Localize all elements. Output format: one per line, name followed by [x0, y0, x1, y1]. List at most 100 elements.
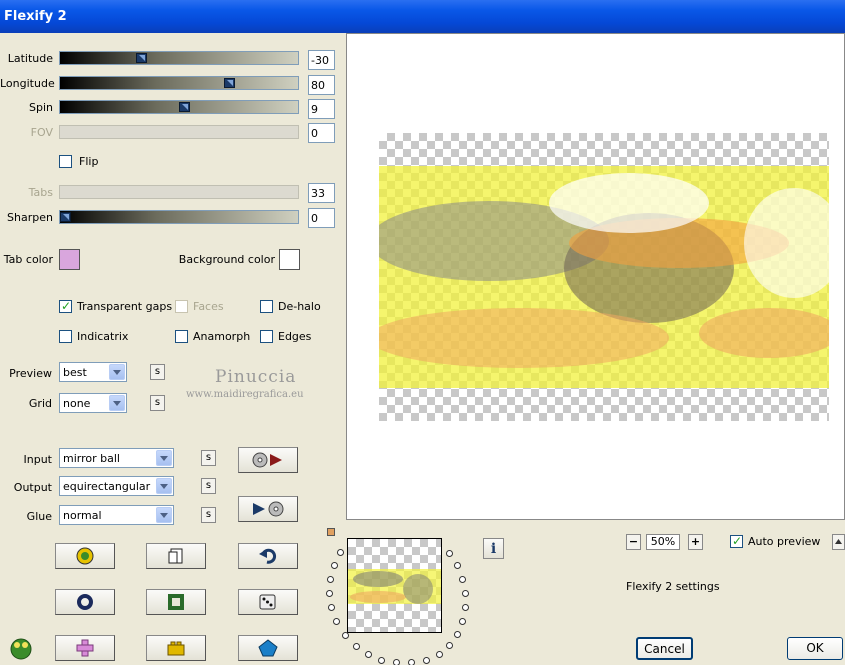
ring-dot [446, 642, 453, 649]
spin-slider[interactable] [59, 100, 299, 114]
output-s-button[interactable]: s [201, 478, 216, 494]
latitude-slider[interactable] [59, 51, 299, 65]
chevron-down-icon[interactable] [109, 364, 125, 380]
new-button[interactable] [146, 543, 206, 569]
glue-select-value: normal [63, 509, 102, 522]
background-color-swatch[interactable] [279, 249, 300, 270]
edges-label: Edges [278, 330, 312, 343]
longitude-value[interactable]: 80 [308, 75, 335, 95]
spin-thumb[interactable] [179, 102, 190, 112]
latitude-thumb[interactable] [136, 53, 147, 63]
zoom-value[interactable]: 50% [646, 534, 680, 550]
ring-dot [331, 562, 338, 569]
grid-select-value: none [63, 397, 91, 410]
background-color-label: Background color [178, 253, 275, 266]
ring-dot [337, 549, 344, 556]
info-button[interactable]: i [483, 538, 504, 559]
tab-color-swatch[interactable] [59, 249, 80, 270]
ring-dot [454, 631, 461, 638]
square-button[interactable] [146, 589, 206, 615]
ring-dot [393, 659, 400, 665]
frog-logo-icon [10, 638, 32, 660]
checkmark-icon: ✓ [61, 299, 72, 313]
spin-value[interactable]: 9 [308, 99, 335, 119]
grid-s-button[interactable]: s [150, 395, 165, 411]
ring-dot [454, 562, 461, 569]
grid-select-label: Grid [28, 397, 52, 410]
chevron-down-icon[interactable] [109, 395, 125, 411]
auto-preview-label: Auto preview [748, 535, 821, 548]
chevron-down-icon[interactable] [156, 507, 172, 523]
glue-s-button[interactable]: s [201, 507, 216, 523]
faces-label: Faces [193, 300, 224, 313]
scroll-up-button[interactable] [832, 534, 845, 550]
input-swap-button[interactable] [238, 447, 298, 473]
settings-name: Flexify 2 settings [626, 580, 720, 593]
ring-dot [326, 590, 333, 597]
chevron-down-icon[interactable] [156, 450, 172, 466]
indicatrix-checkbox[interactable] [59, 330, 72, 343]
sharpen-label: Sharpen [7, 211, 53, 224]
indicatrix-label: Indicatrix [77, 330, 129, 343]
ring-dot [459, 576, 466, 583]
preview-select[interactable]: best [59, 362, 127, 382]
edges-checkbox[interactable] [260, 330, 273, 343]
grid-select[interactable]: none [59, 393, 127, 413]
cancel-button[interactable]: Cancel [636, 637, 693, 660]
dice-icon [259, 594, 276, 610]
ring-dot [378, 657, 385, 664]
anamorph-checkbox[interactable] [175, 330, 188, 343]
ring-dot [436, 651, 443, 658]
ring-dot [328, 604, 335, 611]
auto-preview-checkbox[interactable]: ✓ [730, 534, 743, 548]
latitude-value[interactable]: -30 [308, 50, 335, 70]
ring-dot [342, 632, 349, 639]
brick-icon [167, 641, 185, 656]
navigator-ring [318, 530, 469, 665]
ring-dot [462, 590, 469, 597]
ok-button[interactable]: OK [787, 637, 843, 660]
dehalo-label: De-halo [278, 300, 321, 313]
ring-dot [408, 659, 415, 665]
zoom-in-button[interactable]: + [688, 534, 703, 550]
pentagon-button[interactable] [238, 635, 298, 661]
transparent-gaps-checkbox[interactable]: ✓ [59, 299, 72, 313]
watermark-name: Pinuccia [215, 367, 297, 387]
input-s-button[interactable]: s [201, 450, 216, 466]
undo-button[interactable] [238, 543, 298, 569]
play-disc-icon [253, 501, 284, 517]
latitude-label: Latitude [7, 52, 53, 65]
ring-dot [462, 604, 469, 611]
main-preview[interactable] [346, 33, 845, 520]
dice-button[interactable] [238, 589, 298, 615]
sharpen-thumb[interactable] [60, 212, 71, 222]
sharpen-slider[interactable] [59, 210, 299, 224]
randomize-button[interactable] [55, 543, 115, 569]
checkmark-icon: ✓ [732, 534, 743, 548]
ring-button[interactable] [55, 589, 115, 615]
pentagon-icon [258, 639, 278, 657]
flip-checkbox[interactable] [59, 155, 72, 168]
dehalo-checkbox[interactable] [260, 300, 273, 313]
input-select[interactable]: mirror ball [59, 448, 174, 468]
output-swap-button[interactable] [238, 496, 298, 522]
longitude-slider[interactable] [59, 76, 299, 90]
preview-s-button[interactable]: s [150, 364, 165, 380]
fov-label: FOV [30, 126, 53, 139]
brick-button[interactable] [146, 635, 206, 661]
cross-button[interactable] [55, 635, 115, 661]
zoom-out-button[interactable]: − [626, 534, 641, 550]
longitude-thumb[interactable] [224, 78, 235, 88]
square-icon [168, 594, 184, 610]
glue-select[interactable]: normal [59, 505, 174, 525]
longitude-label: Longitude [0, 77, 55, 90]
preview-image [379, 133, 829, 421]
chevron-down-icon[interactable] [156, 478, 172, 494]
ring-icon [77, 594, 93, 610]
cross-icon [76, 639, 94, 657]
output-select[interactable]: equirectangular [59, 476, 174, 496]
sharpen-value[interactable]: 0 [308, 208, 335, 228]
info-icon: i [490, 540, 497, 557]
tabs-value[interactable]: 33 [308, 183, 335, 203]
fov-value[interactable]: 0 [308, 123, 335, 143]
